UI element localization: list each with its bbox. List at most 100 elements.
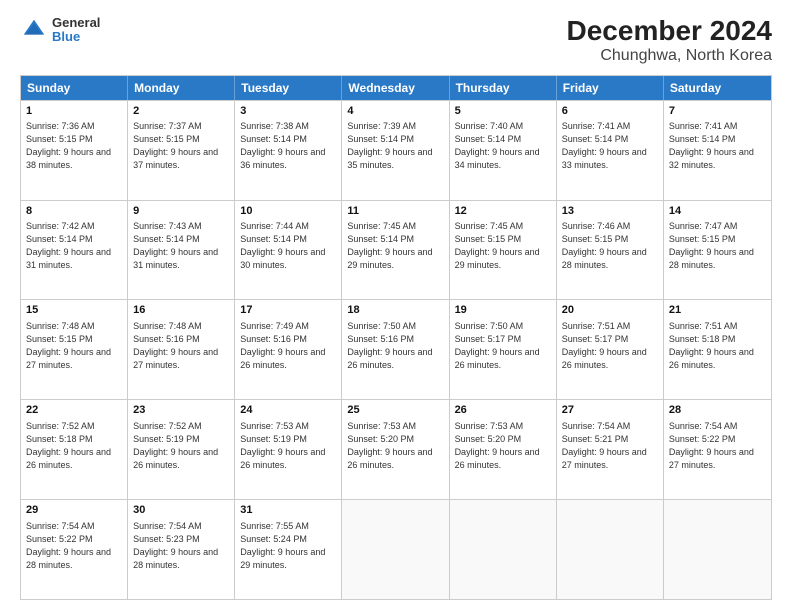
day-number: 30 bbox=[133, 503, 229, 518]
cell-text: Sunset: 5:19 PM bbox=[240, 433, 336, 446]
cell-text: Sunset: 5:15 PM bbox=[455, 233, 551, 246]
calendar-cell: 3Sunrise: 7:38 AMSunset: 5:14 PMDaylight… bbox=[235, 101, 342, 200]
cell-text: Sunset: 5:14 PM bbox=[562, 133, 658, 146]
day-number: 9 bbox=[133, 204, 229, 219]
day-number: 1 bbox=[26, 104, 122, 119]
header-sunday: Sunday bbox=[21, 76, 128, 100]
calendar-cell: 8Sunrise: 7:42 AMSunset: 5:14 PMDaylight… bbox=[21, 201, 128, 300]
cell-text: Sunset: 5:18 PM bbox=[669, 333, 766, 346]
cell-text: Daylight: 9 hours and 26 minutes. bbox=[455, 446, 551, 472]
cell-text: Daylight: 9 hours and 29 minutes. bbox=[240, 546, 336, 572]
cell-text: Sunset: 5:21 PM bbox=[562, 433, 658, 446]
logo-blue: Blue bbox=[52, 30, 100, 44]
week-row-3: 15Sunrise: 7:48 AMSunset: 5:15 PMDayligh… bbox=[21, 299, 771, 399]
day-number: 5 bbox=[455, 104, 551, 119]
day-number: 21 bbox=[669, 303, 766, 318]
day-number: 13 bbox=[562, 204, 658, 219]
cell-text: Daylight: 9 hours and 30 minutes. bbox=[240, 246, 336, 272]
calendar-cell: 18Sunrise: 7:50 AMSunset: 5:16 PMDayligh… bbox=[342, 300, 449, 399]
calendar-cell: 2Sunrise: 7:37 AMSunset: 5:15 PMDaylight… bbox=[128, 101, 235, 200]
cell-text: Daylight: 9 hours and 36 minutes. bbox=[240, 146, 336, 172]
header-thursday: Thursday bbox=[450, 76, 557, 100]
week-row-4: 22Sunrise: 7:52 AMSunset: 5:18 PMDayligh… bbox=[21, 399, 771, 499]
day-number: 25 bbox=[347, 403, 443, 418]
cell-text: Daylight: 9 hours and 27 minutes. bbox=[669, 446, 766, 472]
day-number: 10 bbox=[240, 204, 336, 219]
cell-text: Sunset: 5:19 PM bbox=[133, 433, 229, 446]
cell-text: Sunrise: 7:53 AM bbox=[455, 420, 551, 433]
cell-text: Daylight: 9 hours and 26 minutes. bbox=[240, 346, 336, 372]
cell-text: Sunrise: 7:54 AM bbox=[669, 420, 766, 433]
cell-text: Sunset: 5:17 PM bbox=[562, 333, 658, 346]
day-number: 2 bbox=[133, 104, 229, 119]
cell-text: Sunrise: 7:51 AM bbox=[669, 320, 766, 333]
calendar-cell: 29 Sunrise: 7:54 AMSunset: 5:22 PMDayligh… bbox=[21, 500, 128, 599]
logo-icon bbox=[20, 16, 48, 44]
cell-text: Sunrise: 7:40 AM bbox=[455, 120, 551, 133]
calendar-cell: 15Sunrise: 7:48 AMSunset: 5:15 PMDayligh… bbox=[21, 300, 128, 399]
calendar-cell: 19Sunrise: 7:50 AMSunset: 5:17 PMDayligh… bbox=[450, 300, 557, 399]
cell-text: Sunrise: 7:37 AM bbox=[133, 120, 229, 133]
cell-text: Daylight: 9 hours and 35 minutes. bbox=[347, 146, 443, 172]
day-number: 31 bbox=[240, 503, 336, 518]
cell-text: Daylight: 9 hours and 26 minutes. bbox=[669, 346, 766, 372]
calendar-cell: 11Sunrise: 7:45 AMSunset: 5:14 PMDayligh… bbox=[342, 201, 449, 300]
cell-text: Sunrise: 7:39 AM bbox=[347, 120, 443, 133]
cell-text: Sunset: 5:15 PM bbox=[669, 233, 766, 246]
calendar-title: December 2024 bbox=[567, 16, 772, 47]
calendar-cell: 12Sunrise: 7:45 AMSunset: 5:15 PMDayligh… bbox=[450, 201, 557, 300]
calendar-cell bbox=[450, 500, 557, 599]
day-number: 8 bbox=[26, 204, 122, 219]
calendar-cell: 31Sunrise: 7:55 AMSunset: 5:24 PMDayligh… bbox=[235, 500, 342, 599]
calendar-cell: 27Sunrise: 7:54 AMSunset: 5:21 PMDayligh… bbox=[557, 400, 664, 499]
cell-text: Daylight: 9 hours and 28 minutes. bbox=[562, 246, 658, 272]
calendar-cell bbox=[664, 500, 771, 599]
calendar-cell: 14Sunrise: 7:47 AMSunset: 5:15 PMDayligh… bbox=[664, 201, 771, 300]
cell-text: Daylight: 9 hours and 26 minutes. bbox=[347, 346, 443, 372]
day-number: 22 bbox=[26, 403, 122, 418]
cell-text: Sunset: 5:22 PM bbox=[26, 533, 122, 546]
calendar-header: Sunday Monday Tuesday Wednesday Thursday… bbox=[21, 76, 771, 100]
cell-text: Sunrise: 7:45 AM bbox=[347, 220, 443, 233]
calendar-cell: 28Sunrise: 7:54 AMSunset: 5:22 PMDayligh… bbox=[664, 400, 771, 499]
cell-text: Sunrise: 7:46 AM bbox=[562, 220, 658, 233]
calendar-cell: 9Sunrise: 7:43 AMSunset: 5:14 PMDaylight… bbox=[128, 201, 235, 300]
cell-text: Sunset: 5:16 PM bbox=[133, 333, 229, 346]
calendar-cell bbox=[557, 500, 664, 599]
day-number: 3 bbox=[240, 104, 336, 119]
calendar-cell: 21 Sunrise: 7:51 AMSunset: 5:18 PMDayligh… bbox=[664, 300, 771, 399]
cell-text: Sunrise: 7:36 AM bbox=[26, 120, 122, 133]
calendar-page: General Blue December 2024 Chunghwa, Nor… bbox=[0, 0, 792, 612]
cell-text: Sunrise: 7:43 AM bbox=[133, 220, 229, 233]
cell-text: Sunset: 5:17 PM bbox=[455, 333, 551, 346]
cell-text: Daylight: 9 hours and 26 minutes. bbox=[26, 446, 122, 472]
calendar-cell: 17Sunrise: 7:49 AMSunset: 5:16 PMDayligh… bbox=[235, 300, 342, 399]
cell-text: Daylight: 9 hours and 33 minutes. bbox=[562, 146, 658, 172]
cell-text: Sunrise: 7:38 AM bbox=[240, 120, 336, 133]
header: General Blue December 2024 Chunghwa, Nor… bbox=[20, 16, 772, 65]
day-number: 26 bbox=[455, 403, 551, 418]
cell-text: Sunset: 5:15 PM bbox=[562, 233, 658, 246]
cell-text: Sunrise: 7:41 AM bbox=[669, 120, 766, 133]
calendar-cell: 20Sunrise: 7:51 AMSunset: 5:17 PMDayligh… bbox=[557, 300, 664, 399]
cell-text: Daylight: 9 hours and 34 minutes. bbox=[455, 146, 551, 172]
cell-text: Daylight: 9 hours and 26 minutes. bbox=[133, 446, 229, 472]
cell-text: Daylight: 9 hours and 32 minutes. bbox=[669, 146, 766, 172]
cell-text: Daylight: 9 hours and 28 minutes. bbox=[26, 546, 122, 572]
cell-text: Daylight: 9 hours and 37 minutes. bbox=[133, 146, 229, 172]
cell-text: Sunset: 5:14 PM bbox=[455, 133, 551, 146]
day-number: 20 bbox=[562, 303, 658, 318]
cell-text: Sunrise: 7:54 AM bbox=[26, 520, 122, 533]
calendar-cell: 16Sunrise: 7:48 AMSunset: 5:16 PMDayligh… bbox=[128, 300, 235, 399]
day-number: 29 bbox=[26, 503, 122, 518]
logo-general: General bbox=[52, 16, 100, 30]
cell-text: Sunset: 5:24 PM bbox=[240, 533, 336, 546]
logo-text: General Blue bbox=[52, 16, 100, 45]
day-number: 4 bbox=[347, 104, 443, 119]
cell-text: Sunrise: 7:54 AM bbox=[133, 520, 229, 533]
cell-text: Sunset: 5:14 PM bbox=[26, 233, 122, 246]
cell-text: Sunset: 5:15 PM bbox=[133, 133, 229, 146]
day-number: 17 bbox=[240, 303, 336, 318]
cell-text: Sunrise: 7:54 AM bbox=[562, 420, 658, 433]
cell-text: Sunrise: 7:52 AM bbox=[26, 420, 122, 433]
